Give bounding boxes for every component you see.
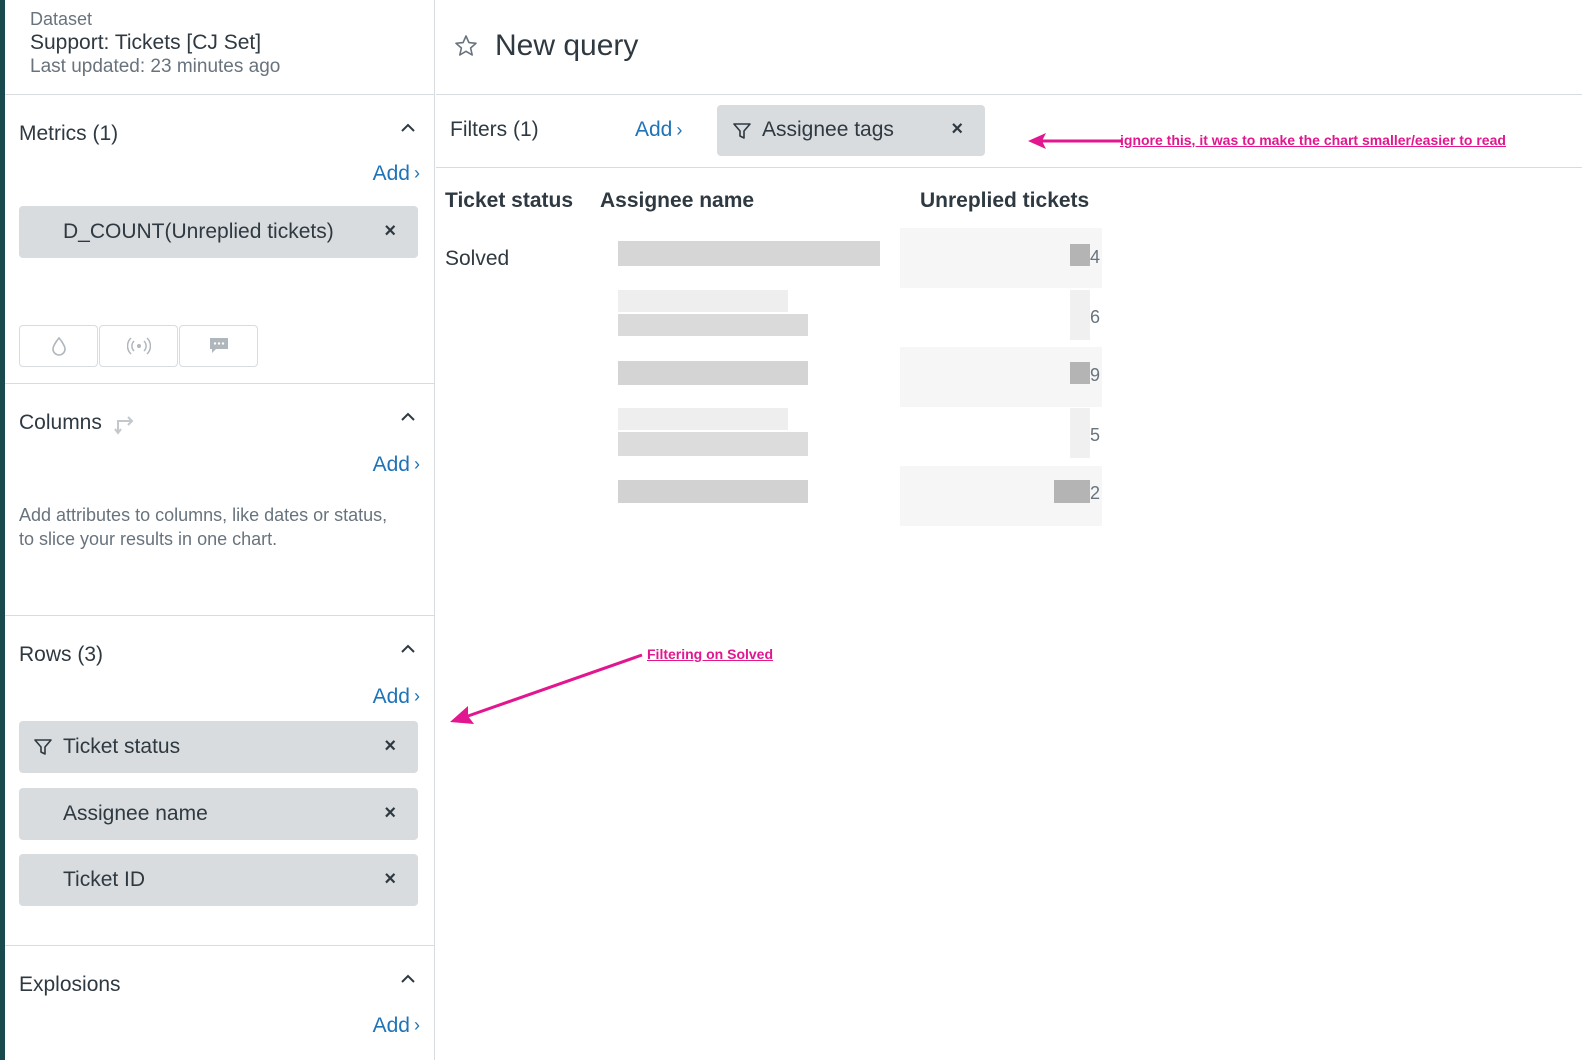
redacted-value	[1054, 480, 1090, 503]
columns-helper-text: Add attributes to columns, like dates or…	[19, 505, 388, 549]
explosions-section: Explosions Add ›	[5, 946, 434, 1060]
swap-columns-icon[interactable]	[112, 411, 136, 435]
columns-title: Columns	[19, 411, 102, 434]
filter-funnel-icon	[33, 737, 53, 757]
dataset-name[interactable]: Support: Tickets [CJ Set]	[30, 30, 409, 56]
droplet-icon	[52, 336, 66, 356]
collapse-columns-chevron-up-icon[interactable]	[400, 409, 416, 425]
redacted-value	[1070, 362, 1090, 384]
row-pill-ticket-id[interactable]: Ticket ID ×	[19, 854, 418, 906]
value-fragment: 2	[1090, 483, 1101, 503]
redacted-assignee-name	[618, 361, 808, 385]
explosions-add-link[interactable]: Add ›	[373, 1013, 420, 1039]
redacted-value	[1070, 290, 1090, 340]
row-pill-label: Ticket ID	[63, 868, 146, 891]
chevron-right-icon: ›	[414, 1015, 420, 1035]
explosions-add-label: Add	[372, 1014, 410, 1037]
metrics-title: Metrics (1)	[19, 122, 119, 145]
filters-add-label: Add	[635, 118, 673, 141]
collapse-explosions-chevron-up-icon[interactable]	[400, 971, 416, 987]
filter-chip-label: Assignee tags	[762, 118, 894, 141]
metrics-add-link[interactable]: Add ›	[373, 161, 420, 187]
chat-button[interactable]	[179, 325, 258, 367]
column-header-ticket-status[interactable]: Ticket status	[445, 188, 573, 214]
redacted-assignee-name	[618, 314, 808, 336]
remove-row-close-icon[interactable]: ×	[384, 800, 396, 826]
annotation-arrow-top	[1028, 133, 1122, 149]
column-header-unreplied-tickets[interactable]: Unreplied tickets	[920, 188, 1089, 214]
redacted-assignee-name	[618, 241, 880, 266]
row-pill-label: Assignee name	[63, 802, 208, 825]
star-icon[interactable]	[454, 34, 478, 58]
annotation-arrow-middle	[450, 653, 643, 724]
filters-add-link[interactable]: Add ›	[635, 117, 682, 143]
columns-section: Columns Add › Add attributes to columns, …	[5, 384, 434, 616]
column-header-assignee-name[interactable]: Assignee name	[600, 188, 754, 214]
chevron-right-icon: ›	[676, 120, 683, 140]
remove-metric-close-icon[interactable]: ×	[384, 218, 396, 244]
query-sidebar: Dataset Support: Tickets [CJ Set] Last u…	[5, 0, 435, 1060]
redacted-assignee-name	[618, 432, 808, 456]
row-pill-ticket-status[interactable]: Ticket status ×	[19, 721, 418, 773]
query-main: New query Filters (1) Add › Assignee tags…	[436, 0, 1582, 1060]
redacted-value	[1070, 408, 1090, 458]
rows-add-link[interactable]: Add ›	[373, 684, 420, 710]
dataset-header: Dataset Support: Tickets [CJ Set] Last u…	[5, 0, 434, 95]
droplet-button[interactable]	[19, 325, 98, 367]
value-fragment: 9	[1090, 365, 1101, 385]
annotation-filtering-note: Filtering on Solved	[647, 646, 774, 662]
columns-add-label: Add	[372, 453, 410, 476]
dataset-label: Dataset	[30, 9, 93, 29]
value-fragment: 4	[1090, 247, 1101, 267]
chevron-right-icon: ›	[414, 686, 420, 706]
chevron-right-icon: ›	[414, 454, 420, 474]
row-pill-assignee-name[interactable]: Assignee name ×	[19, 788, 418, 840]
row-pill-label: Ticket status	[63, 735, 181, 758]
redacted-value	[1070, 244, 1090, 266]
remove-filter-close-icon[interactable]: ×	[951, 116, 963, 142]
ticket-status-cell: Solved	[445, 247, 510, 270]
chat-icon	[210, 338, 228, 353]
chevron-right-icon: ›	[414, 163, 420, 183]
filter-funnel-icon	[732, 121, 752, 141]
value-fragment: 6	[1090, 307, 1101, 327]
metrics-section: Metrics (1) Add › D_COUNT(Unreplied ticke…	[5, 95, 434, 384]
annotation-ignore-note: ignore this, it was to make the chart sm…	[1120, 132, 1506, 148]
metric-pill[interactable]: D_COUNT(Unreplied tickets) ×	[19, 206, 418, 258]
redacted-assignee-name	[618, 290, 788, 312]
metric-pill-label: D_COUNT(Unreplied tickets)	[63, 220, 334, 243]
redacted-assignee-name	[618, 480, 808, 503]
query-header: New query	[436, 0, 1582, 95]
collapse-rows-chevron-up-icon[interactable]	[400, 641, 416, 657]
rows-add-label: Add	[372, 685, 410, 708]
query-title[interactable]: New query	[495, 28, 638, 64]
broadcast-icon	[127, 337, 151, 355]
rows-section: Rows (3) Add › Ticket status × Assignee n…	[5, 616, 434, 946]
columns-add-link[interactable]: Add ›	[373, 452, 420, 478]
explosions-title: Explosions	[19, 973, 121, 996]
filter-chip-assignee-tags[interactable]: Assignee tags ×	[717, 105, 985, 156]
redacted-assignee-name	[618, 408, 788, 430]
broadcast-button[interactable]	[99, 325, 178, 367]
collapse-metrics-chevron-up-icon[interactable]	[400, 120, 416, 136]
filters-label: Filters (1)	[450, 118, 539, 141]
value-fragment: 5	[1090, 425, 1101, 445]
remove-row-close-icon[interactable]: ×	[384, 733, 396, 759]
dataset-last-updated: Last updated: 23 minutes ago	[30, 56, 281, 77]
rows-title: Rows (3)	[19, 643, 104, 666]
metrics-add-label: Add	[372, 162, 410, 185]
remove-row-close-icon[interactable]: ×	[384, 866, 396, 892]
